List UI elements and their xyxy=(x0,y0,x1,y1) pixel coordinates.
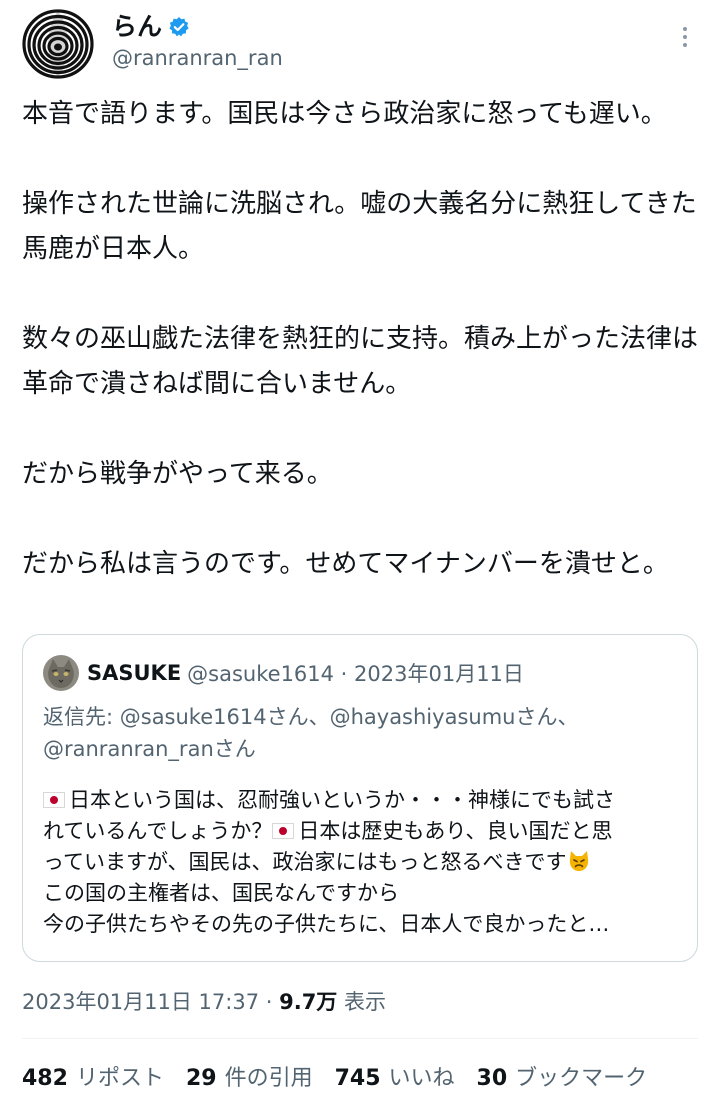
quote-line: っていますが、国民は、政治家にはもっと怒るべきです xyxy=(43,847,683,878)
tweet-header: らん @ranranran_ran xyxy=(0,0,720,90)
quote-text: 日本という国は、忍耐強いというか・・・神様にでも試さ xyxy=(69,788,615,812)
more-vertical-icon[interactable] xyxy=(670,22,700,52)
bookmarks-label: ブックマーク xyxy=(515,1066,648,1091)
tweet-paragraph: だから戦争がやって来る。 xyxy=(22,459,333,489)
bookmarks-count: 30 xyxy=(476,1066,508,1091)
quote-line: 今の子供たちやその先の子供たちに、日本人で良かったと… xyxy=(43,912,610,936)
tweet-paragraph: 操作された世論に洗脳され。嘘の大義名分に熱狂してきた馬鹿が日本人。 xyxy=(22,189,697,264)
quote-header: SASUKE @sasuke1614 · 2023年01月11日 xyxy=(43,655,524,691)
quote-text: っていますが、国民は、政治家にはもっと怒るべきです xyxy=(43,850,567,874)
engagement-stats: 482 リポスト 29 件の引用 745 いいね 30 ブックマーク xyxy=(22,1064,669,1094)
views-label: 表示 xyxy=(337,990,386,1014)
tweet-timestamp: 2023年01月11日 17:37 · 9.7万 表示 xyxy=(22,988,386,1016)
quote-line: れているんでしょうか？ 日本は歴史もあり、良い国だと思 xyxy=(43,816,683,847)
quotes-label: 件の引用 xyxy=(224,1066,313,1091)
reposts-count: 482 xyxy=(22,1066,68,1091)
quote-text: 日本は歴史もあり、良い国だと思 xyxy=(298,819,613,843)
cat-avatar-icon xyxy=(43,655,79,691)
author-display-name[interactable]: らん xyxy=(112,12,162,42)
bookmarks-stat[interactable]: 30 ブックマーク xyxy=(477,1064,648,1094)
angry-cat-icon xyxy=(567,849,591,873)
tweet-text: 本音で語ります。国民は今さら政治家に怒っても遅い。 操作された世論に洗脳され。嘘… xyxy=(22,92,698,587)
quote-text: れているんでしょうか？ xyxy=(43,819,273,843)
tweet-paragraph: 数々の巫山戯た法律を熱狂的に支持。積み上がった法律は革命で潰さねば間に合いません… xyxy=(22,324,699,399)
tweet-paragraph: 本音で語ります。国民は今さら政治家に怒っても遅い。 xyxy=(22,99,667,129)
likes-count: 745 xyxy=(334,1066,381,1091)
reply-to-line: 返信先: @sasuke1614さん、@hayashiyasumuさん、 xyxy=(43,705,579,729)
divider xyxy=(22,1038,698,1039)
quote-author-name: SASUKE xyxy=(87,661,182,685)
quote-line: この国の主権者は、国民なんですから xyxy=(43,881,399,905)
japan-flag-icon xyxy=(43,792,65,808)
tweet-paragraph: だから私は言うのです。せめてマイナンバーを潰せと。 xyxy=(22,549,669,579)
likes-label: いいね xyxy=(388,1066,455,1091)
reposts-label: リポスト xyxy=(75,1066,164,1091)
author-handle[interactable]: @ranranran_ran xyxy=(112,45,283,71)
spiral-avatar-icon[interactable] xyxy=(21,7,95,81)
post-time[interactable]: 2023年01月11日 17:37 · xyxy=(22,990,279,1014)
quote-line: 日本という国は、忍耐強いというか・・・神様にでも試さ xyxy=(43,785,683,816)
quote-body: 日本という国は、忍耐強いというか・・・神様にでも試さ れているんでしょうか？ 日本… xyxy=(43,785,683,940)
quotes-count: 29 xyxy=(185,1066,217,1091)
quotes-stat[interactable]: 29 件の引用 xyxy=(186,1064,313,1094)
verified-badge-icon xyxy=(168,16,190,38)
quote-reply-to: 返信先: @sasuke1614さん、@hayashiyasumuさん、 @ra… xyxy=(43,701,679,765)
author-name-row: らん xyxy=(112,12,190,42)
japan-flag-icon xyxy=(272,823,295,839)
quote-meta: @sasuke1614 · 2023年01月11日 xyxy=(187,662,524,686)
views-count: 9.7万 xyxy=(279,990,338,1014)
reposts-stat[interactable]: 482 リポスト xyxy=(22,1064,164,1094)
quoted-tweet-card[interactable]: SASUKE @sasuke1614 · 2023年01月11日 返信先: @s… xyxy=(22,634,698,962)
likes-stat[interactable]: 745 いいね xyxy=(335,1064,455,1094)
reply-to-line: @ranranran_ranさん xyxy=(43,737,256,761)
